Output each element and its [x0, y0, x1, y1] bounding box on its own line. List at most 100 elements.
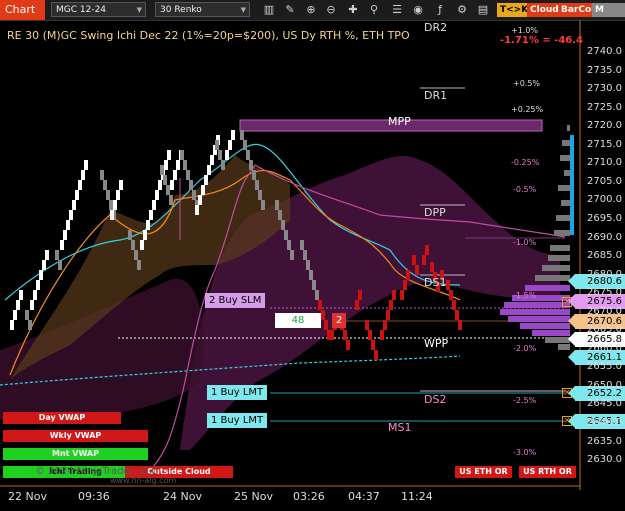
us-eth-or-button[interactable]: US ETH OR — [455, 466, 512, 478]
draw-tool-icon[interactable]: ✎ — [283, 2, 297, 17]
pct-top: +1.0% — [511, 26, 539, 35]
pct-level: +0.25% — [511, 105, 544, 114]
renko-brick — [58, 260, 62, 270]
price-tick-label: 2670.0 — [587, 305, 622, 317]
renko-brick — [170, 180, 174, 190]
renko-brick — [231, 130, 235, 140]
volume-profile-row — [558, 185, 570, 191]
renko-brick — [186, 170, 190, 180]
bartype-selector[interactable]: 30 Renko ▼ — [155, 2, 250, 17]
renko-brick — [176, 160, 180, 170]
renko-brick — [25, 310, 29, 320]
us-rth-or-button[interactable]: US RTH OR — [519, 466, 576, 478]
renko-brick — [158, 180, 162, 190]
renko-brick — [72, 200, 76, 210]
renko-brick — [371, 340, 375, 350]
pct-level: -2.5% — [513, 396, 537, 405]
time-tick-label: 22 Nov — [8, 490, 47, 503]
renko-brick — [312, 280, 316, 290]
pct-level: -3.0% — [513, 448, 537, 457]
pin-icon[interactable]: ⚲ — [367, 2, 381, 17]
position-marker[interactable]: 2 — [332, 313, 347, 328]
wkly-vwap-button[interactable]: Wkly VWAP — [3, 430, 148, 442]
properties-icon[interactable]: ☰ — [390, 2, 404, 17]
zoom-out-icon[interactable]: ⊖ — [324, 2, 338, 17]
renko-brick — [358, 290, 362, 300]
renko-brick — [249, 160, 253, 170]
order-buy-lmt-2[interactable]: 1 Buy LMT — [207, 413, 268, 428]
renko-brick — [201, 185, 205, 195]
renko-brick — [81, 170, 85, 180]
renko-brick — [160, 165, 164, 175]
indicators-icon[interactable]: ƒ — [433, 2, 447, 17]
renko-brick — [55, 250, 59, 260]
app-tab[interactable]: Chart — [0, 0, 45, 20]
order-quantity[interactable]: 48 — [275, 313, 321, 328]
renko-brick — [84, 160, 88, 170]
volume-profile-row — [548, 255, 570, 261]
renko-brick — [228, 140, 232, 150]
renko-brick — [19, 290, 23, 300]
chevron-down-icon: ▼ — [136, 6, 142, 14]
order-buy-lmt-1[interactable]: 1 Buy LMT — [207, 385, 268, 400]
templates-icon[interactable]: ▤ — [476, 2, 490, 17]
strategy-icon[interactable]: ⚙ — [455, 2, 469, 17]
instrument-selector[interactable]: MGC 12-24 ▼ — [51, 2, 146, 17]
renko-brick — [383, 320, 387, 330]
renko-brick — [240, 130, 244, 140]
volume-profile-row — [556, 215, 570, 221]
price-tick-label: 2715.0 — [587, 138, 622, 150]
crosshair-icon[interactable]: ✚ — [346, 2, 360, 17]
volume-profile-row — [504, 302, 570, 308]
renko-brick — [189, 180, 193, 190]
renko-brick — [103, 180, 107, 190]
renko-brick — [131, 240, 135, 250]
renko-brick — [321, 310, 325, 320]
renko-brick — [137, 260, 141, 270]
renko-brick — [275, 200, 279, 210]
pivot-dpp: DPP — [424, 206, 446, 219]
renko-brick — [430, 262, 434, 272]
bar-chart-icon[interactable]: ▥ — [262, 2, 276, 17]
renko-brick — [225, 150, 229, 160]
renko-brick — [386, 310, 390, 320]
renko-brick — [116, 190, 120, 200]
vwap-button[interactable]: M VWA — [592, 3, 625, 17]
renko-brick — [306, 260, 310, 270]
renko-brick — [16, 300, 20, 310]
renko-brick — [425, 245, 429, 255]
renko-brick — [218, 150, 222, 160]
time-tick-label: 11:24 — [401, 490, 433, 503]
day-vwap-button[interactable]: Day VWAP — [3, 412, 121, 424]
renko-brick — [75, 190, 79, 200]
volume-profile-row — [564, 170, 570, 176]
price-tick-label: 2660.0 — [587, 342, 622, 354]
zoom-in-icon[interactable]: ⊕ — [304, 2, 318, 17]
renko-brick — [346, 340, 350, 350]
renko-brick — [140, 240, 144, 250]
volume-profile-row — [508, 316, 570, 322]
chevron-down-icon: ▼ — [240, 6, 246, 14]
volume-profile-row — [560, 155, 570, 161]
mnt-vwap-button[interactable]: Mnt VWAP — [3, 448, 148, 460]
price-tick-label: 2695.0 — [587, 212, 622, 224]
camera-icon[interactable]: ◉ — [411, 2, 425, 17]
cloud-button[interactable]: Cloud — [527, 3, 562, 17]
volume-profile-row — [554, 230, 570, 236]
price-tick-label: 2645.0 — [587, 398, 622, 410]
price-tick-label: 2705.0 — [587, 175, 622, 187]
order-buy-slm[interactable]: 2 Buy SLM — [205, 293, 266, 308]
renko-brick — [243, 140, 247, 150]
instrument-value: MGC 12-24 — [56, 5, 107, 15]
pct-level: -1.5% — [513, 291, 537, 300]
renko-brick — [198, 195, 202, 205]
renko-brick — [400, 290, 404, 300]
renko-brick — [287, 240, 291, 250]
renko-brick — [278, 210, 282, 220]
price-tick-label: 2675.0 — [587, 287, 622, 299]
renko-brick — [412, 255, 416, 265]
renko-brick — [169, 195, 173, 205]
renko-brick — [255, 180, 259, 190]
renko-brick — [33, 290, 37, 300]
renko-brick — [324, 320, 328, 330]
